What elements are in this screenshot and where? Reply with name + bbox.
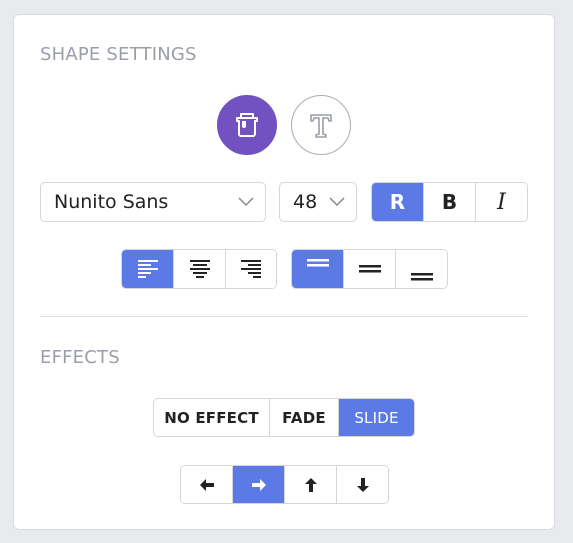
font-size-select[interactable]: 48 [279,182,357,222]
style-bold-button[interactable]: B [424,183,476,221]
effect-fade-label: FADE [282,408,326,427]
arrow-down-icon [356,477,369,492]
arrow-left-icon [199,478,214,491]
valign-top-icon [306,259,329,267]
shape-settings-panel: SHAPE SETTINGS Nunito Sans 48 R B I EFFE… [13,14,555,530]
style-regular-label: R [389,190,406,214]
effect-slide-button[interactable]: SLIDE [339,399,414,436]
style-bold-label: B [441,190,458,214]
valign-top-button[interactable] [292,250,344,288]
align-left-button[interactable] [122,250,174,288]
style-regular-button[interactable]: R [372,183,424,221]
shape-settings-title: SHAPE SETTINGS [40,44,197,65]
direction-left-button[interactable] [181,466,233,503]
effect-type-group: NO EFFECT FADE SLIDE [153,398,415,437]
align-left-icon [137,260,158,278]
chevron-down-icon [328,193,346,211]
valign-bottom-icon [410,273,433,281]
font-family-select[interactable]: Nunito Sans [40,182,266,222]
arrow-up-icon [304,477,317,492]
direction-right-button[interactable] [233,466,285,503]
align-center-button[interactable] [174,250,226,288]
paint-bucket-icon [236,113,258,137]
style-italic-label: I [497,189,506,215]
text-mode-button[interactable] [291,95,351,155]
align-center-icon [189,260,210,278]
slide-direction-group [180,465,389,504]
align-right-button[interactable] [226,250,276,288]
font-size-value: 48 [293,191,318,213]
text-align-group [121,249,277,289]
vertical-align-group [291,249,448,289]
font-style-group: R B I [371,182,528,222]
text-icon [310,114,332,138]
valign-middle-icon [358,265,381,273]
effects-title: EFFECTS [40,347,120,368]
arrow-right-icon [251,478,266,491]
section-divider [40,316,528,317]
style-italic-button[interactable]: I [476,183,527,221]
effect-slide-label: SLIDE [354,408,399,427]
effect-none-label: NO EFFECT [164,408,259,427]
direction-down-button[interactable] [337,466,388,503]
align-right-icon [241,260,261,278]
direction-up-button[interactable] [285,466,337,503]
fill-mode-button[interactable] [217,95,277,155]
font-family-value: Nunito Sans [54,191,169,213]
valign-middle-button[interactable] [344,250,396,288]
valign-bottom-button[interactable] [396,250,447,288]
effect-none-button[interactable]: NO EFFECT [154,399,270,436]
chevron-down-icon [237,193,255,211]
effect-fade-button[interactable]: FADE [270,399,339,436]
